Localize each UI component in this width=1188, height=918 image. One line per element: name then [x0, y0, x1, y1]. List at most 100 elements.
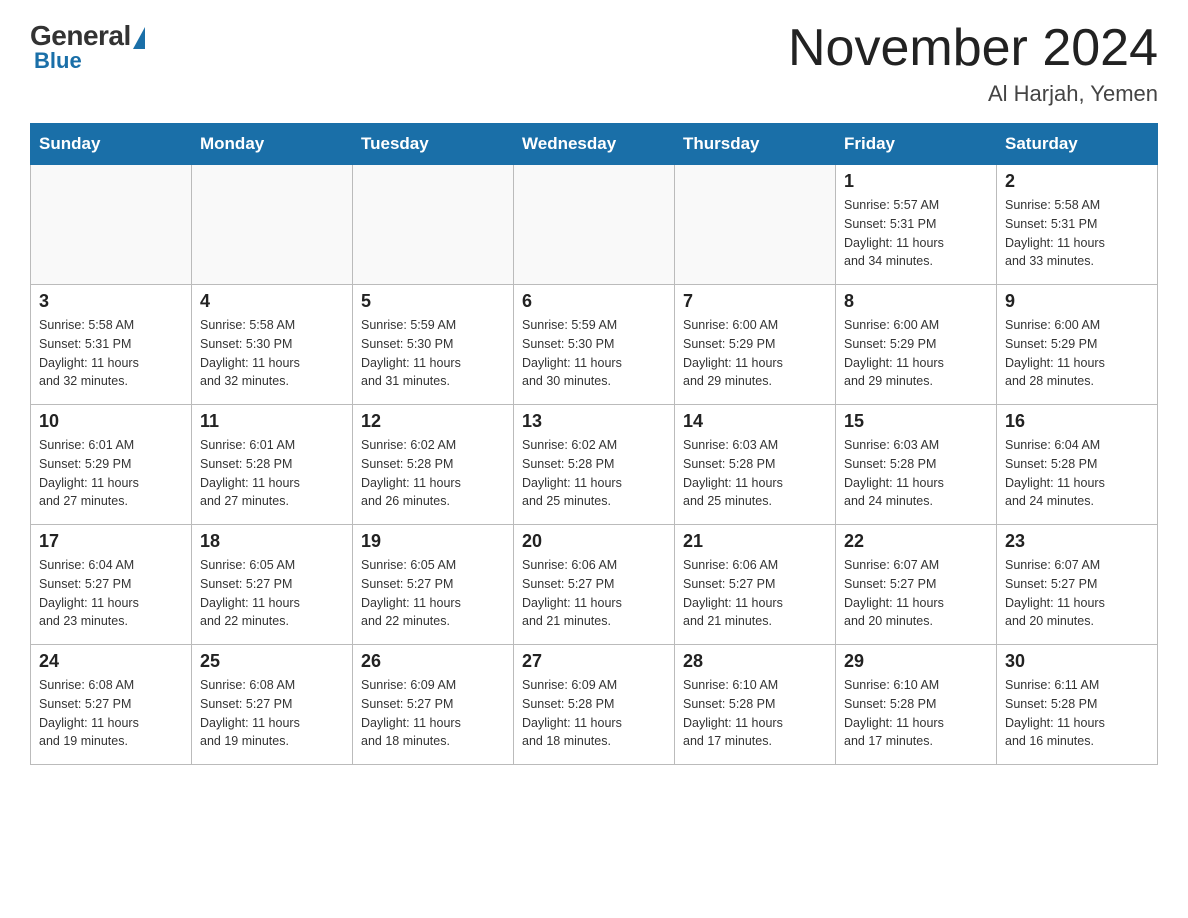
day-number: 12: [361, 411, 505, 432]
calendar-cell: [192, 165, 353, 285]
weekday-header-monday: Monday: [192, 124, 353, 165]
day-number: 9: [1005, 291, 1149, 312]
day-number: 4: [200, 291, 344, 312]
logo: General Blue: [30, 20, 145, 74]
day-number: 1: [844, 171, 988, 192]
calendar-cell: 13Sunrise: 6:02 AM Sunset: 5:28 PM Dayli…: [514, 405, 675, 525]
calendar-cell: 23 Sunrise: 6:07 AM Sunset: 5:27 PM Dayli…: [997, 525, 1158, 645]
title-section: November 2024 Al Harjah, Yemen: [788, 20, 1158, 107]
day-info: Sunrise: 6:06 AM Sunset: 5:27 PM Dayligh…: [522, 556, 666, 631]
day-number: 18: [200, 531, 344, 552]
day-number: 3: [39, 291, 183, 312]
week-row-1: 1 Sunrise: 5:57 AM Sunset: 5:31 PM Daylig…: [31, 165, 1158, 285]
calendar-cell: [353, 165, 514, 285]
day-info: Sunrise: 6:03 AM Sunset: 5:28 PM Dayligh…: [683, 436, 827, 511]
day-number: 26: [361, 651, 505, 672]
calendar-cell: 1 Sunrise: 5:57 AM Sunset: 5:31 PM Daylig…: [836, 165, 997, 285]
calendar-cell: 15 Sunrise: 6:03 AM Sunset: 5:28 PM Dayli…: [836, 405, 997, 525]
day-info: Sunrise: 6:04 AM Sunset: 5:27 PM Dayligh…: [39, 556, 183, 631]
day-number: 11: [200, 411, 344, 432]
calendar-cell: 12 Sunrise: 6:02 AM Sunset: 5:28 PM Dayli…: [353, 405, 514, 525]
calendar-cell: 9 Sunrise: 6:00 AM Sunset: 5:29 PM Daylig…: [997, 285, 1158, 405]
calendar-cell: 4Sunrise: 5:58 AM Sunset: 5:30 PM Daylig…: [192, 285, 353, 405]
day-number: 30: [1005, 651, 1149, 672]
day-info: Sunrise: 6:00 AM Sunset: 5:29 PM Dayligh…: [683, 316, 827, 391]
calendar-cell: 8Sunrise: 6:00 AM Sunset: 5:29 PM Daylig…: [836, 285, 997, 405]
day-info: Sunrise: 6:08 AM Sunset: 5:27 PM Dayligh…: [200, 676, 344, 751]
day-number: 29: [844, 651, 988, 672]
calendar-cell: 30Sunrise: 6:11 AM Sunset: 5:28 PM Dayli…: [997, 645, 1158, 765]
weekday-header-thursday: Thursday: [675, 124, 836, 165]
calendar-cell: 27 Sunrise: 6:09 AM Sunset: 5:28 PM Dayli…: [514, 645, 675, 765]
calendar-subtitle: Al Harjah, Yemen: [788, 81, 1158, 107]
day-number: 10: [39, 411, 183, 432]
calendar-cell: 16 Sunrise: 6:04 AM Sunset: 5:28 PM Dayli…: [997, 405, 1158, 525]
day-info: Sunrise: 6:05 AM Sunset: 5:27 PM Dayligh…: [200, 556, 344, 631]
day-info: Sunrise: 6:02 AM Sunset: 5:28 PM Dayligh…: [361, 436, 505, 511]
day-info: Sunrise: 6:07 AM Sunset: 5:27 PM Dayligh…: [1005, 556, 1149, 631]
day-info: Sunrise: 6:00 AM Sunset: 5:29 PM Dayligh…: [1005, 316, 1149, 391]
day-number: 20: [522, 531, 666, 552]
calendar-cell: 25 Sunrise: 6:08 AM Sunset: 5:27 PM Dayli…: [192, 645, 353, 765]
day-info: Sunrise: 6:10 AM Sunset: 5:28 PM Dayligh…: [683, 676, 827, 751]
day-info: Sunrise: 5:59 AM Sunset: 5:30 PM Dayligh…: [522, 316, 666, 391]
week-row-2: 3 Sunrise: 5:58 AM Sunset: 5:31 PM Daylig…: [31, 285, 1158, 405]
day-info: Sunrise: 6:04 AM Sunset: 5:28 PM Dayligh…: [1005, 436, 1149, 511]
day-info: Sunrise: 5:58 AM Sunset: 5:31 PM Dayligh…: [1005, 196, 1149, 271]
calendar-cell: 3 Sunrise: 5:58 AM Sunset: 5:31 PM Daylig…: [31, 285, 192, 405]
weekday-header-friday: Friday: [836, 124, 997, 165]
day-info: Sunrise: 6:09 AM Sunset: 5:27 PM Dayligh…: [361, 676, 505, 751]
calendar-table: SundayMondayTuesdayWednesdayThursdayFrid…: [30, 123, 1158, 765]
week-row-4: 17 Sunrise: 6:04 AM Sunset: 5:27 PM Dayli…: [31, 525, 1158, 645]
day-info: Sunrise: 6:09 AM Sunset: 5:28 PM Dayligh…: [522, 676, 666, 751]
weekday-header-wednesday: Wednesday: [514, 124, 675, 165]
day-info: Sunrise: 6:08 AM Sunset: 5:27 PM Dayligh…: [39, 676, 183, 751]
day-number: 6: [522, 291, 666, 312]
day-info: Sunrise: 5:57 AM Sunset: 5:31 PM Dayligh…: [844, 196, 988, 271]
calendar-cell: [675, 165, 836, 285]
calendar-cell: [31, 165, 192, 285]
day-number: 7: [683, 291, 827, 312]
day-number: 17: [39, 531, 183, 552]
day-info: Sunrise: 6:01 AM Sunset: 5:29 PM Dayligh…: [39, 436, 183, 511]
day-number: 2: [1005, 171, 1149, 192]
day-number: 15: [844, 411, 988, 432]
day-info: Sunrise: 5:58 AM Sunset: 5:31 PM Dayligh…: [39, 316, 183, 391]
logo-blue-text: Blue: [34, 48, 82, 74]
day-info: Sunrise: 6:02 AM Sunset: 5:28 PM Dayligh…: [522, 436, 666, 511]
calendar-cell: 7 Sunrise: 6:00 AM Sunset: 5:29 PM Daylig…: [675, 285, 836, 405]
day-number: 27: [522, 651, 666, 672]
day-info: Sunrise: 6:10 AM Sunset: 5:28 PM Dayligh…: [844, 676, 988, 751]
day-number: 22: [844, 531, 988, 552]
day-info: Sunrise: 6:01 AM Sunset: 5:28 PM Dayligh…: [200, 436, 344, 511]
day-number: 25: [200, 651, 344, 672]
weekday-header-tuesday: Tuesday: [353, 124, 514, 165]
calendar-title: November 2024: [788, 20, 1158, 77]
calendar-cell: 5 Sunrise: 5:59 AM Sunset: 5:30 PM Daylig…: [353, 285, 514, 405]
day-number: 19: [361, 531, 505, 552]
day-number: 23: [1005, 531, 1149, 552]
day-number: 21: [683, 531, 827, 552]
weekday-header-sunday: Sunday: [31, 124, 192, 165]
day-number: 16: [1005, 411, 1149, 432]
calendar-cell: 2 Sunrise: 5:58 AM Sunset: 5:31 PM Daylig…: [997, 165, 1158, 285]
day-info: Sunrise: 5:59 AM Sunset: 5:30 PM Dayligh…: [361, 316, 505, 391]
day-number: 14: [683, 411, 827, 432]
calendar-cell: 28 Sunrise: 6:10 AM Sunset: 5:28 PM Dayli…: [675, 645, 836, 765]
calendar-cell: 20 Sunrise: 6:06 AM Sunset: 5:27 PM Dayli…: [514, 525, 675, 645]
day-info: Sunrise: 6:03 AM Sunset: 5:28 PM Dayligh…: [844, 436, 988, 511]
calendar-cell: 26 Sunrise: 6:09 AM Sunset: 5:27 PM Dayli…: [353, 645, 514, 765]
day-number: 24: [39, 651, 183, 672]
day-info: Sunrise: 6:05 AM Sunset: 5:27 PM Dayligh…: [361, 556, 505, 631]
day-number: 5: [361, 291, 505, 312]
calendar-cell: 24 Sunrise: 6:08 AM Sunset: 5:27 PM Dayli…: [31, 645, 192, 765]
day-info: Sunrise: 6:00 AM Sunset: 5:29 PM Dayligh…: [844, 316, 988, 391]
calendar-cell: 22Sunrise: 6:07 AM Sunset: 5:27 PM Dayli…: [836, 525, 997, 645]
weekday-header-row: SundayMondayTuesdayWednesdayThursdayFrid…: [31, 124, 1158, 165]
week-row-5: 24 Sunrise: 6:08 AM Sunset: 5:27 PM Dayli…: [31, 645, 1158, 765]
day-number: 28: [683, 651, 827, 672]
calendar-cell: 10 Sunrise: 6:01 AM Sunset: 5:29 PM Dayli…: [31, 405, 192, 525]
calendar-cell: 29 Sunrise: 6:10 AM Sunset: 5:28 PM Dayli…: [836, 645, 997, 765]
day-info: Sunrise: 6:06 AM Sunset: 5:27 PM Dayligh…: [683, 556, 827, 631]
calendar-cell: 19 Sunrise: 6:05 AM Sunset: 5:27 PM Dayli…: [353, 525, 514, 645]
